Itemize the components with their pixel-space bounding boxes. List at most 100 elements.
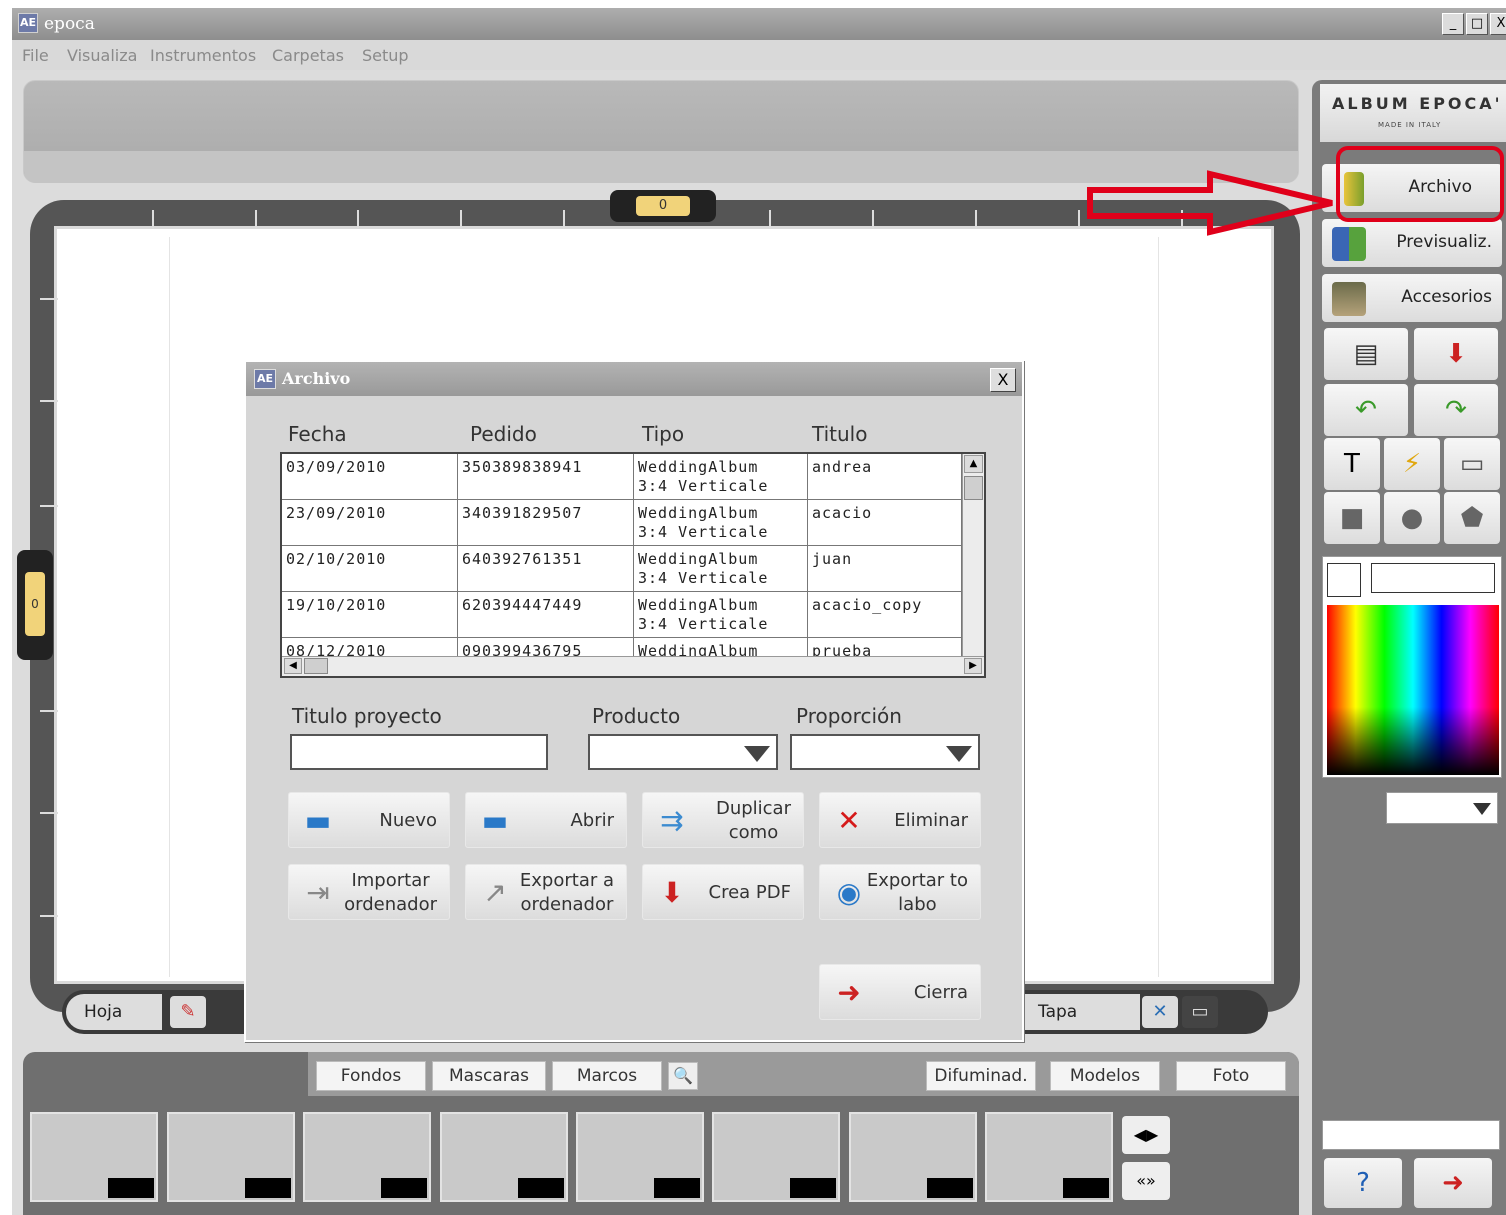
eliminar-label: Eliminar: [894, 810, 968, 831]
scroll-thumb[interactable]: [304, 658, 328, 674]
maximize-button[interactable]: □: [1466, 13, 1488, 35]
tab-modelos[interactable]: Modelos: [1050, 1061, 1160, 1091]
exit-icon[interactable]: ➜: [1414, 1158, 1492, 1208]
producto-select[interactable]: [588, 734, 778, 770]
exportar-labo-button[interactable]: ◉ Exportar to labo: [819, 864, 981, 920]
cierra-button[interactable]: ➜ Cierra: [819, 964, 981, 1020]
minimize-button[interactable]: _: [1442, 13, 1464, 35]
horizontal-position-counter[interactable]: 0: [610, 190, 716, 222]
tab-foto[interactable]: Foto: [1176, 1061, 1286, 1091]
color-value-field[interactable]: [1371, 563, 1495, 593]
library-thumbnail[interactable]: [167, 1112, 295, 1202]
help-icon[interactable]: ?: [1324, 1158, 1402, 1208]
nuevo-label: Nuevo: [379, 810, 437, 831]
table-row[interactable]: 02/10/2010 640392761351 WeddingAlbum 3:4 …: [282, 546, 962, 592]
tapa-button[interactable]: Tapa: [1022, 994, 1140, 1030]
duplicar-button[interactable]: ⇉ Duplicar como: [642, 792, 804, 848]
cell-titulo: acacio: [808, 500, 962, 546]
labo-line1: Exportar to: [866, 870, 968, 891]
library-thumbnail[interactable]: [30, 1112, 158, 1202]
previsualiz-button[interactable]: Previsualiz.: [1322, 219, 1502, 267]
cell-tipo: WeddingAlbum 3:4 Verticale: [634, 500, 808, 546]
table-horizontal-scrollbar[interactable]: ◀ ▶: [282, 656, 984, 676]
edit-page-icon[interactable]: ✎: [170, 996, 206, 1028]
color-spectrum[interactable]: [1327, 605, 1499, 775]
scroll-thumb[interactable]: [964, 476, 983, 500]
redo-icon[interactable]: ↷: [1414, 384, 1498, 436]
cell-tipo: WeddingAlbum 3:4 Verticale: [634, 454, 808, 500]
exportar-ordenador-button[interactable]: ↗ Exportar a ordenador: [465, 864, 627, 920]
table-row[interactable]: 03/09/2010 350389838941 WeddingAlbum 3:4 …: [282, 454, 962, 500]
scroll-up-icon[interactable]: ▲: [964, 455, 983, 473]
ruler-tick: [255, 210, 257, 228]
library-thumbnail[interactable]: [985, 1112, 1113, 1202]
library-thumbnail[interactable]: [576, 1112, 704, 1202]
color-swatch[interactable]: [1327, 563, 1361, 597]
proporcion-select[interactable]: [790, 734, 980, 770]
library-thumbnail[interactable]: [303, 1112, 431, 1202]
polygon-shape-icon[interactable]: ⬟: [1444, 492, 1500, 544]
tab-marcos[interactable]: Marcos: [552, 1061, 662, 1091]
cover-icon[interactable]: ▭: [1182, 996, 1218, 1028]
library-thumbnail[interactable]: [440, 1112, 568, 1202]
column-header-titulo[interactable]: Titulo: [812, 422, 867, 446]
title-bar: AE epoca _ □ X: [12, 8, 1506, 40]
red-arrow-icon: [1087, 170, 1333, 236]
eliminar-button[interactable]: ✕ Eliminar: [819, 792, 981, 848]
menu-instrumentos[interactable]: Instrumentos: [150, 46, 256, 65]
table-row[interactable]: 19/10/2010 620394447449 WeddingAlbum 3:4 …: [282, 592, 962, 638]
cell-tipo-line2: 3:4 Verticale: [638, 615, 769, 633]
nuevo-button[interactable]: ▬ Nuevo: [288, 792, 450, 848]
close-window-button[interactable]: X: [1490, 13, 1506, 35]
undo-icon[interactable]: ↶: [1324, 384, 1408, 436]
library-thumbnail[interactable]: [849, 1112, 977, 1202]
dialog-close-button[interactable]: X: [990, 368, 1016, 392]
brand-name: ALBUM EPOCA': [1332, 94, 1503, 113]
titulo-proyecto-input[interactable]: [290, 734, 548, 770]
pdf-icon[interactable]: ⬇: [1414, 328, 1498, 380]
menu-visualiza[interactable]: Visualiza: [67, 46, 137, 65]
column-header-pedido[interactable]: Pedido: [470, 422, 537, 446]
square-shape-icon[interactable]: ■: [1324, 492, 1380, 544]
tools-icon[interactable]: ✕: [1142, 996, 1178, 1028]
accessories-icon: [1332, 282, 1366, 316]
library-thumbnail[interactable]: [712, 1112, 840, 1202]
export-icon: ↗: [483, 876, 507, 909]
menu-carpetas[interactable]: Carpetas: [272, 46, 344, 65]
tab-mascaras[interactable]: Mascaras: [432, 1061, 546, 1091]
color-picker[interactable]: [1322, 556, 1502, 778]
vertical-position-counter[interactable]: 0: [17, 550, 53, 660]
open-folder-icon: ▬: [481, 804, 509, 837]
column-header-fecha[interactable]: Fecha: [288, 422, 347, 446]
lightning-icon[interactable]: ⚡: [1384, 438, 1440, 490]
cell-tipo-line1: WeddingAlbum: [638, 458, 759, 476]
ruler-tick: [975, 210, 977, 228]
frame-tool-icon[interactable]: ▭: [1444, 438, 1500, 490]
abrir-button[interactable]: ▬ Abrir: [465, 792, 627, 848]
tab-fondos[interactable]: Fondos: [316, 1061, 426, 1091]
importar-ordenador-button[interactable]: ⇥ Importar ordenador: [288, 864, 450, 920]
menu-file[interactable]: File: [22, 46, 49, 65]
sidebar-dropdown[interactable]: [1386, 792, 1498, 824]
column-header-tipo[interactable]: Tipo: [642, 422, 684, 446]
search-icon[interactable]: 🔍: [668, 1062, 698, 1090]
accesorios-button[interactable]: Accesorios: [1322, 274, 1502, 322]
circle-shape-icon[interactable]: ●: [1384, 492, 1440, 544]
table-vertical-scrollbar[interactable]: ▲: [962, 454, 984, 656]
cell-fecha: 23/09/2010: [282, 500, 458, 546]
crea-pdf-button[interactable]: ⬇ Crea PDF: [642, 864, 804, 920]
save-icon[interactable]: ▤: [1324, 328, 1408, 380]
ruler-tick: [40, 298, 58, 300]
tab-difuminad[interactable]: Difuminad.: [926, 1061, 1036, 1091]
menu-setup[interactable]: Setup: [362, 46, 409, 65]
sidebar-input[interactable]: [1322, 1120, 1500, 1150]
pdf-icon: ⬇: [660, 876, 684, 909]
scroll-left-icon[interactable]: ◀: [284, 658, 302, 674]
table-row[interactable]: 23/09/2010 340391829507 WeddingAlbum 3:4 …: [282, 500, 962, 546]
scroll-left-right-icon[interactable]: ◀▶: [1122, 1116, 1170, 1154]
exportar-label: Exportar a ordenador: [520, 865, 614, 921]
scroll-right-icon[interactable]: ▶: [964, 658, 982, 674]
scroll-fast-icon[interactable]: «»: [1122, 1162, 1170, 1200]
hoja-button[interactable]: Hoja: [66, 994, 162, 1030]
text-tool-icon[interactable]: T: [1324, 438, 1380, 490]
